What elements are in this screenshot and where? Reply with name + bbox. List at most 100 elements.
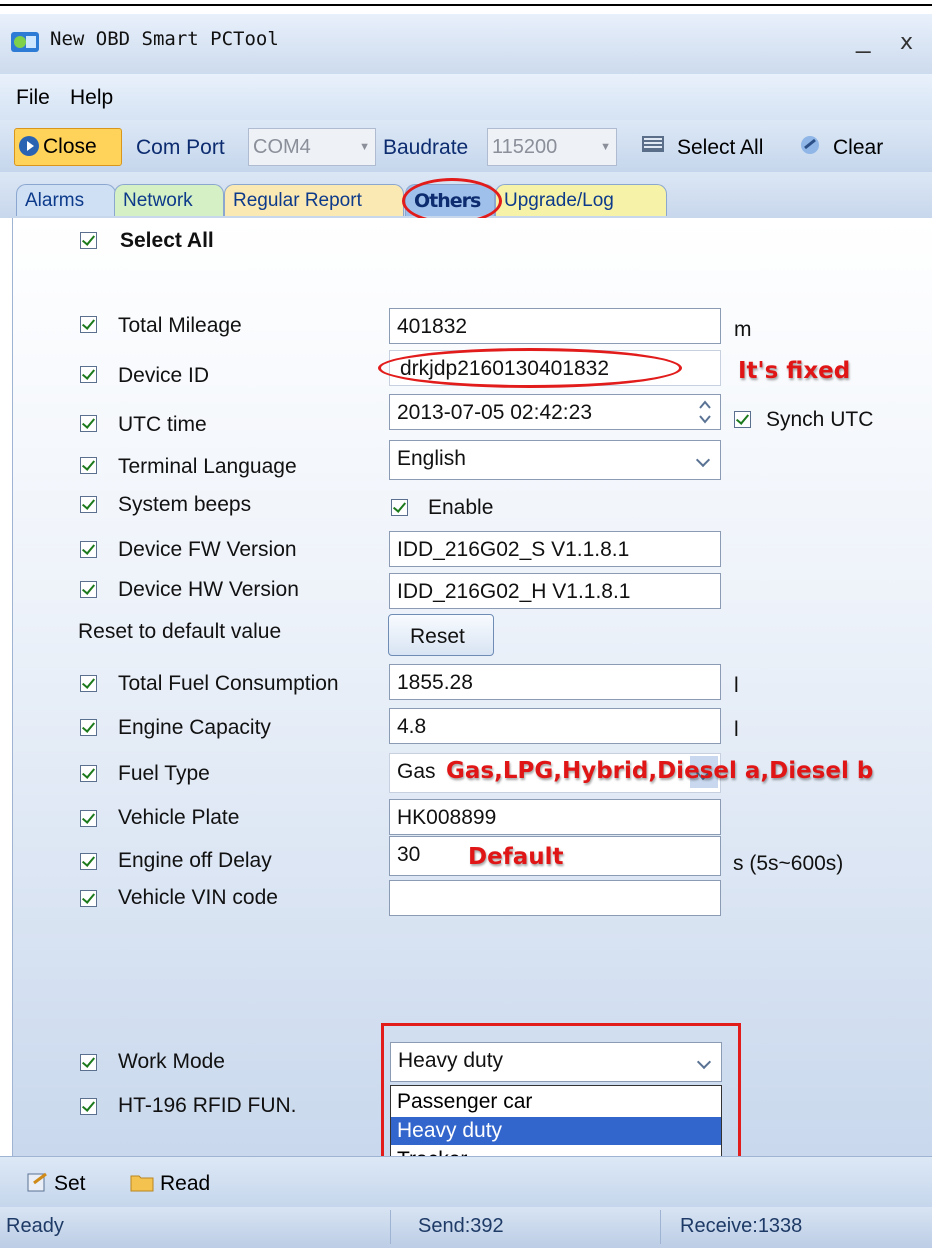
total-mileage-label: Total Mileage	[118, 314, 242, 337]
minimize-button[interactable]: _	[856, 24, 870, 55]
hw-version-field: IDD_216G02_H V1.1.8.1	[389, 573, 721, 609]
menu-help[interactable]: Help	[70, 86, 113, 110]
engine-off-delay-label: Engine off Delay	[118, 849, 272, 872]
status-divider	[660, 1210, 661, 1244]
set-icon	[27, 1172, 47, 1192]
synch-utc-checkbox[interactable]	[734, 411, 751, 428]
utc-time-input[interactable]: 2013-07-05 02:42:23	[389, 394, 721, 430]
tab-network[interactable]: Network	[114, 184, 224, 216]
device-id-checkbox[interactable]	[80, 366, 97, 383]
terminal-language-checkbox[interactable]	[80, 457, 97, 474]
total-mileage-unit: m	[734, 318, 752, 341]
vehicle-plate-input[interactable]: HK008899	[389, 799, 721, 835]
fuel-type-label: Fuel Type	[118, 762, 210, 785]
total-mileage-value: 401832	[397, 315, 468, 338]
fw-version-value: IDD_216G02_S V1.1.8.1	[397, 538, 630, 561]
baudrate-select[interactable]: 115200 ▼	[487, 128, 617, 166]
top-border	[0, 4, 932, 6]
terminal-language-select[interactable]: English	[389, 440, 721, 480]
vehicle-plate-value: HK008899	[397, 806, 497, 829]
spinner-icon[interactable]	[694, 396, 716, 428]
total-fuel-unit: l	[734, 674, 739, 697]
clear-icon	[801, 136, 819, 154]
total-fuel-label: Total Fuel Consumption	[118, 672, 339, 695]
engine-off-delay-value: 30	[397, 843, 421, 866]
com-port-label: Com Port	[136, 136, 225, 159]
engine-off-delay-annotation: Default	[468, 844, 564, 870]
hw-version-checkbox[interactable]	[80, 581, 97, 598]
total-mileage-input[interactable]: 401832	[389, 308, 721, 344]
tab-alarms[interactable]: Alarms	[16, 184, 116, 216]
status-divider	[390, 1210, 391, 1244]
status-receive: Receive:1338	[680, 1215, 803, 1237]
vehicle-plate-checkbox[interactable]	[80, 810, 97, 827]
device-id-highlight	[378, 348, 682, 388]
hw-version-label: Device HW Version	[118, 578, 299, 601]
engine-off-delay-checkbox[interactable]	[80, 853, 97, 870]
close-port-button[interactable]: Close	[14, 128, 122, 166]
vin-checkbox[interactable]	[80, 890, 97, 907]
engine-capacity-input[interactable]: 4.8	[389, 708, 721, 744]
rfid-checkbox[interactable]	[80, 1098, 97, 1115]
system-beeps-label: System beeps	[118, 493, 252, 516]
app-icon	[11, 32, 39, 52]
fw-version-checkbox[interactable]	[80, 541, 97, 558]
engine-capacity-value: 4.8	[397, 715, 427, 738]
folder-icon	[130, 1175, 154, 1192]
fw-version-field: IDD_216G02_S V1.1.8.1	[389, 531, 721, 567]
vin-label: Vehicle VIN code	[118, 886, 278, 909]
synch-utc-label: Synch UTC	[766, 408, 874, 431]
terminal-language-value: English	[397, 447, 466, 470]
baudrate-value: 115200	[492, 136, 558, 158]
vehicle-plate-label: Vehicle Plate	[118, 806, 240, 829]
enable-beeps-checkbox[interactable]	[391, 499, 408, 516]
select-all-button[interactable]: Select All	[677, 136, 763, 160]
fuel-type-annotation: Gas,LPG,Hybrid,Diesel a,Diesel b	[446, 758, 874, 784]
reset-button-label: Reset	[410, 625, 465, 648]
engine-off-delay-unit: s (5s~600s)	[733, 852, 844, 875]
status-send: Send:392	[418, 1215, 504, 1237]
fuel-type-checkbox[interactable]	[80, 765, 97, 782]
select-all-checkbox[interactable]	[80, 232, 97, 249]
engine-capacity-checkbox[interactable]	[80, 719, 97, 736]
com-port-select[interactable]: COM4 ▼	[248, 128, 376, 166]
window-title: New OBD Smart PCTool	[50, 28, 279, 50]
select-all-label: Select All	[120, 229, 214, 252]
work-mode-label: Work Mode	[118, 1050, 225, 1073]
engine-capacity-label: Engine Capacity	[118, 716, 271, 739]
status-ready: Ready	[6, 1215, 64, 1237]
tab-upgrade-log[interactable]: Upgrade/Log	[495, 184, 667, 216]
baudrate-label: Baudrate	[383, 136, 469, 159]
com-port-value: COM4	[253, 136, 311, 158]
play-icon	[19, 136, 39, 156]
system-beeps-checkbox[interactable]	[80, 496, 97, 513]
reset-button[interactable]: Reset	[388, 614, 494, 656]
total-mileage-checkbox[interactable]	[80, 316, 97, 333]
close-window-button[interactable]: x	[900, 30, 913, 55]
chevron-down-icon: ▼	[359, 141, 370, 153]
total-fuel-input[interactable]: 1855.28	[389, 664, 721, 700]
close-port-label: Close	[43, 135, 97, 158]
menu-bar	[0, 74, 932, 120]
hw-version-value: IDD_216G02_H V1.1.8.1	[397, 580, 631, 603]
set-button[interactable]: Set	[54, 1172, 86, 1196]
rfid-label: HT-196 RFID FUN.	[118, 1094, 297, 1117]
total-fuel-checkbox[interactable]	[80, 675, 97, 692]
enable-beeps-label: Enable	[428, 496, 494, 519]
menu-file[interactable]: File	[16, 86, 50, 110]
work-mode-checkbox[interactable]	[80, 1054, 97, 1071]
utc-time-checkbox[interactable]	[80, 415, 97, 432]
app-window: New OBD Smart PCTool _ x File Help Close…	[0, 0, 932, 1248]
engine-capacity-unit: l	[734, 718, 739, 741]
total-fuel-value: 1855.28	[397, 671, 473, 694]
clear-button[interactable]: Clear	[833, 136, 883, 160]
vin-input[interactable]	[389, 880, 721, 916]
chevron-down-icon: ▼	[600, 141, 611, 153]
device-id-label: Device ID	[118, 364, 210, 387]
chevron-down-icon	[690, 443, 718, 475]
reset-label: Reset to default value	[78, 620, 282, 643]
tab-regular-report[interactable]: Regular Report	[224, 184, 404, 216]
fw-version-label: Device FW Version	[118, 538, 297, 561]
fuel-type-value: Gas	[397, 760, 436, 783]
read-button[interactable]: Read	[160, 1172, 210, 1196]
